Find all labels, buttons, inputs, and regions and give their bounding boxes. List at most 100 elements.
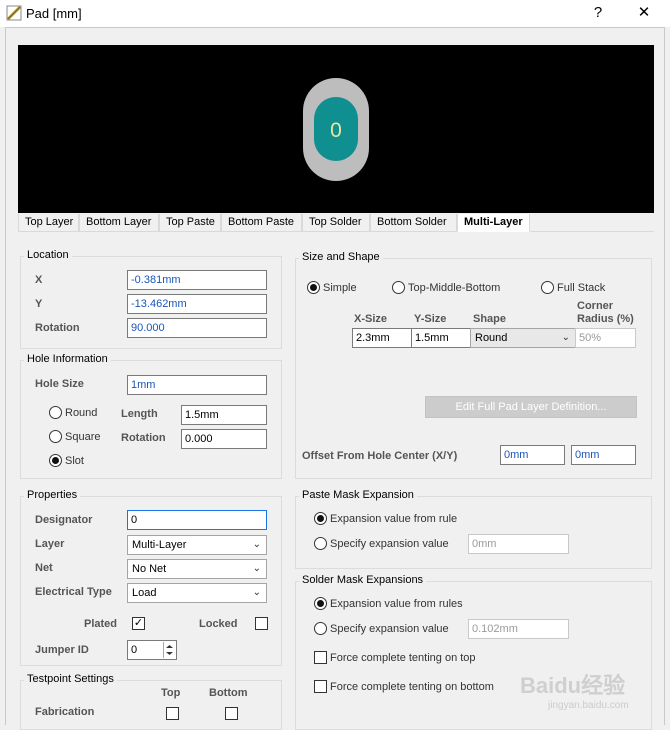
y-label: Y (35, 298, 43, 310)
paste-mask-group (295, 496, 652, 569)
plated-checkbox[interactable]: ✓ (132, 617, 145, 630)
paste-mask-title: Paste Mask Expansion (299, 489, 417, 501)
tab-bottom-paste[interactable]: Bottom Paste (221, 214, 302, 232)
jumper-id-input[interactable]: 0 (127, 640, 177, 660)
x-size-header: X-Size (354, 313, 388, 325)
chevron-down-icon: ⌄ (252, 587, 261, 598)
solder-specify-label: Specify expansion value (330, 623, 449, 635)
title-bar: Pad [mm] ? ✕ (0, 0, 670, 27)
y-size-header: Y-Size (414, 313, 447, 325)
window-title: Pad [mm] (26, 6, 82, 21)
fabrication-bottom-checkbox[interactable] (225, 707, 238, 720)
net-select[interactable]: No Net ⌄ (127, 559, 267, 579)
rotation-input[interactable]: 90.000 (127, 318, 267, 338)
designator-label: Designator (35, 514, 93, 526)
edit-full-pad-layer-button[interactable]: Edit Full Pad Layer Definition... (425, 396, 637, 418)
fabrication-label: Fabrication (35, 706, 95, 718)
offset-label: Offset From Hole Center (X/Y) (302, 450, 458, 462)
testpoint-settings-title: Testpoint Settings (24, 673, 117, 685)
slot-radio[interactable] (49, 454, 62, 467)
y-input[interactable]: -13.462mm (127, 294, 267, 314)
chevron-down-icon: ⌄ (561, 332, 570, 343)
hole-information-title: Hole Information (24, 353, 111, 365)
round-label: Round (65, 407, 98, 419)
shape-select[interactable]: Round ⌄ (470, 328, 576, 348)
square-radio[interactable] (49, 430, 62, 443)
corner-radius-header: Corner Radius (%) (577, 300, 634, 325)
tent-bottom-checkbox[interactable] (314, 680, 327, 693)
shape-header: Shape (473, 313, 507, 325)
solder-specify-input[interactable]: 0.102mm (468, 619, 569, 639)
electrical-type-select[interactable]: Load ⌄ (127, 583, 267, 603)
layer-select-value: Multi-Layer (132, 539, 187, 551)
tent-bottom-label: Force complete tenting on bottom (330, 681, 494, 693)
tab-bottom-solder[interactable]: Bottom Solder (370, 214, 457, 232)
watermark-url: jingyan.baidu.com (548, 700, 629, 711)
solder-mask-title: Solder Mask Expansions (299, 574, 427, 586)
shape-select-value: Round (475, 332, 508, 344)
simple-label: Simple (323, 282, 357, 294)
square-label: Square (65, 431, 101, 443)
jumper-id-label: Jumper ID (35, 644, 89, 656)
baidu-watermark: Baidu经验 (520, 673, 626, 698)
pad-app-icon (6, 5, 22, 21)
fabrication-top-checkbox[interactable] (166, 707, 179, 720)
length-label: Length (121, 408, 158, 420)
top-middle-bottom-radio[interactable] (392, 281, 405, 294)
paste-specify-input[interactable]: 0mm (468, 534, 569, 554)
spinner-arrows-icon[interactable] (163, 642, 175, 658)
tab-top-layer[interactable]: Top Layer (18, 214, 79, 232)
electrical-type-value: Load (132, 587, 157, 599)
plated-label: Plated (84, 618, 118, 630)
simple-radio[interactable] (307, 281, 320, 294)
solder-rule-label: Expansion value from rules (330, 598, 463, 610)
layer-label: Layer (35, 538, 65, 550)
x-size-input[interactable]: 2.3mm (352, 328, 412, 348)
hole-size-input[interactable]: 1mm (127, 375, 267, 395)
full-stack-radio[interactable] (541, 281, 554, 294)
close-button[interactable]: ✕ (629, 3, 659, 25)
x-label: X (35, 274, 43, 286)
paste-rule-radio[interactable] (314, 512, 327, 525)
layer-select[interactable]: Multi-Layer ⌄ (127, 535, 267, 555)
net-select-value: No Net (132, 563, 167, 575)
chevron-down-icon: ⌄ (252, 539, 261, 550)
slot-label: Slot (65, 455, 84, 467)
properties-title: Properties (24, 489, 81, 501)
rotation-label: Rotation (35, 322, 80, 334)
help-button[interactable]: ? (583, 3, 613, 25)
offset-x-input[interactable]: 0mm (500, 445, 565, 465)
y-size-input[interactable]: 1.5mm (411, 328, 471, 348)
x-input[interactable]: -0.381mm (127, 270, 267, 290)
locked-checkbox[interactable] (255, 617, 268, 630)
tab-multi-layer[interactable]: Multi-Layer (457, 214, 530, 232)
tab-top-paste[interactable]: Top Paste (159, 214, 221, 232)
solder-rule-radio[interactable] (314, 597, 327, 610)
corner-radius-input[interactable]: 50% (575, 328, 636, 348)
offset-y-input[interactable]: 0mm (571, 445, 636, 465)
tab-bottom-layer[interactable]: Bottom Layer (79, 214, 159, 232)
paste-rule-label: Expansion value from rule (330, 513, 458, 525)
paste-specify-label: Specify expansion value (330, 538, 449, 550)
tent-top-checkbox[interactable] (314, 651, 327, 664)
designator-input[interactable]: 0 (127, 510, 267, 530)
electrical-type-label: Electrical Type (35, 586, 112, 598)
paste-specify-radio[interactable] (314, 537, 327, 550)
round-radio[interactable] (49, 406, 62, 419)
length-input[interactable]: 1.5mm (181, 405, 267, 425)
full-stack-label: Full Stack (557, 282, 606, 294)
solder-specify-radio[interactable] (314, 622, 327, 635)
net-label: Net (35, 562, 53, 574)
size-shape-title: Size and Shape (299, 251, 383, 263)
jumper-id-value: 0 (131, 644, 138, 656)
testpoint-top-label: Top (161, 687, 181, 699)
chevron-down-icon: ⌄ (252, 563, 261, 574)
hole-size-label: Hole Size (35, 378, 84, 390)
location-title: Location (24, 249, 72, 261)
hole-rotation-label: Rotation (121, 432, 166, 444)
pad-preview-canvas: 0 (303, 78, 369, 181)
tab-top-solder[interactable]: Top Solder (302, 214, 370, 232)
tent-top-label: Force complete tenting on top (330, 652, 476, 664)
hole-rotation-input[interactable]: 0.000 (181, 429, 267, 449)
locked-label: Locked (199, 618, 238, 630)
